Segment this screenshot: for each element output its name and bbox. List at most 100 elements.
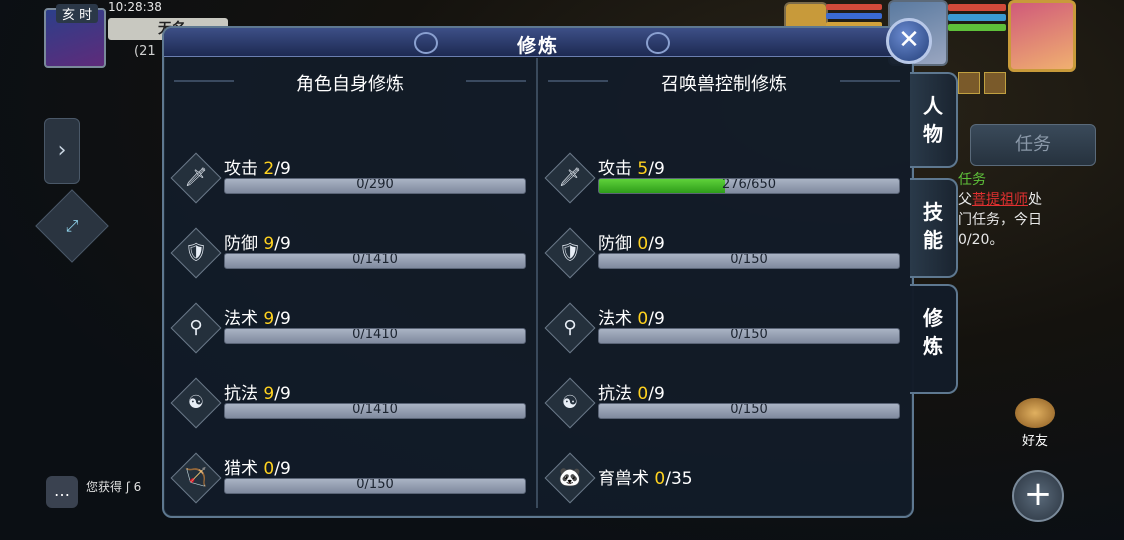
cultivation-label: 抗法 9/9 <box>224 379 291 404</box>
cultivation-label: 防御 9/9 <box>224 229 291 254</box>
task-text-segment: 处 <box>1028 192 1042 208</box>
cultivation-row[interactable]: ⚲ 法术 0/9 0/150 <box>544 300 902 356</box>
pet-control-cultivation-heading: 召唤兽控制修炼 <box>661 74 787 95</box>
progress-text: 0/150 <box>356 478 394 492</box>
cultivation-row[interactable]: 🗡 攻击 2/9 0/290 <box>170 150 528 206</box>
cultivation-max-level: /9 <box>274 459 291 479</box>
cultivation-name: 抗法 <box>224 384 264 404</box>
task-text-segment: 父 <box>958 192 972 208</box>
cultivation-label: 攻击 5/9 <box>598 154 665 179</box>
cultivation-row[interactable]: ⚲ 法术 9/9 0/1410 <box>170 300 528 356</box>
progress-text: 0/1410 <box>352 403 398 417</box>
cultivation-label: 猎术 0/9 <box>224 454 291 479</box>
task-text-segment: 任务 <box>958 172 986 188</box>
cultivation-name: 猎术 <box>224 459 264 479</box>
cultivation-level: 0 <box>263 459 275 479</box>
chat-preview: 您获得 ʃ 6 <box>86 480 142 494</box>
tab-skills[interactable]: 技 能 <box>910 178 958 278</box>
experience-progress-bar: 0/150 <box>224 478 526 494</box>
beast-taming-icon-glyph: 🐼 <box>558 467 582 488</box>
cultivation-max-level: /9 <box>648 384 665 404</box>
beast-taming-name: 育兽术 <box>598 469 655 489</box>
cultivation-level: 5 <box>637 159 649 179</box>
cultivation-max-level: /9 <box>274 159 291 179</box>
progress-text: 0/150 <box>730 403 768 417</box>
magic-icon: ⚲ <box>170 302 222 354</box>
add-button[interactable]: + <box>1012 470 1064 522</box>
tab-character[interactable]: 人 物 <box>910 72 958 168</box>
defense-icon: 🛡 <box>170 227 222 279</box>
chat-button[interactable]: … <box>46 476 78 508</box>
cultivation-max-level: /9 <box>648 309 665 329</box>
magic-icon-glyph: ⚲ <box>189 317 203 338</box>
cultivation-max-level: /9 <box>274 309 291 329</box>
game-time-tag: 亥 时 <box>56 4 99 23</box>
beast-taming-max-level: /35 <box>665 469 693 489</box>
cultivation-label: 防御 0/9 <box>598 229 665 254</box>
task-tab-button[interactable]: 任务 <box>970 124 1096 166</box>
cultivation-name: 法术 <box>224 309 264 329</box>
cultivation-max-level: /9 <box>648 234 665 254</box>
chat-bubble-icon: … <box>54 481 70 500</box>
magic-icon: ⚲ <box>544 302 596 354</box>
progress-text: 0/150 <box>730 328 768 342</box>
cultivation-dialog: 修炼 ✕ 角色自身修炼 🗡 攻击 2/9 0/290 🛡 防御 9/9 0/1410 ⚲ 法术… <box>162 18 932 518</box>
cultivation-max-level: /9 <box>274 234 291 254</box>
friends-label: 好友 <box>1021 434 1048 449</box>
cultivation-name: 攻击 <box>598 159 638 179</box>
friends-button[interactable]: 好友 <box>1010 398 1060 449</box>
experience-progress-bar: 0/150 <box>598 253 900 269</box>
progress-text: 0/290 <box>356 178 394 192</box>
character-stat-bars <box>948 4 1006 34</box>
cultivation-row[interactable]: ☯ 抗法 0/9 0/150 <box>544 375 902 431</box>
dialog-title: 修炼 <box>516 35 559 57</box>
attack-icon-glyph: 🗡 <box>558 167 582 188</box>
beast-taming-row[interactable]: 🐼 育兽术 0/35 <box>544 450 902 506</box>
cultivation-row[interactable]: ☯ 抗法 9/9 0/1410 <box>170 375 528 431</box>
cultivation-level: 0 <box>637 384 649 404</box>
cultivation-row[interactable]: 🛡 防御 0/9 0/150 <box>544 225 902 281</box>
cultivation-max-level: /9 <box>274 384 291 404</box>
chevron-right-icon: › <box>57 138 67 163</box>
hunting-icon: 🏹 <box>170 452 222 504</box>
cultivation-name: 攻击 <box>224 159 264 179</box>
cultivation-level: 2 <box>263 159 275 179</box>
character-portrait[interactable] <box>1008 0 1076 72</box>
task-description: 任务 父菩提祖师处 门任务，今日 0/20。 <box>958 170 1088 250</box>
cultivation-label: 抗法 0/9 <box>598 379 665 404</box>
experience-progress-bar: 0/1410 <box>224 253 526 269</box>
beast-taming-level: 0 <box>654 469 666 489</box>
experience-progress-bar: 276/650 <box>598 178 900 194</box>
beast-taming-icon: 🐼 <box>544 452 596 504</box>
cultivation-row[interactable]: 🛡 防御 9/9 0/1410 <box>170 225 528 281</box>
cultivation-row[interactable]: 🗡 攻击 5/9 276/650 <box>544 150 902 206</box>
cultivation-level: 9 <box>263 309 275 329</box>
progress-text: 0/150 <box>730 253 768 267</box>
progress-text: 0/1410 <box>352 253 398 267</box>
tab-cultivation[interactable]: 修 炼 <box>910 284 958 394</box>
cultivation-max-level: /9 <box>648 159 665 179</box>
cultivation-level: 9 <box>263 234 275 254</box>
clock-readout: 10:28:38 <box>108 0 162 14</box>
cultivation-level: 9 <box>263 384 275 404</box>
attack-icon: 🗡 <box>544 152 596 204</box>
defense-icon-glyph: 🛡 <box>184 242 208 263</box>
character-cultivation-column: 角色自身修炼 🗡 攻击 2/9 0/290 🛡 防御 9/9 0/1410 ⚲ 法术 9/9 0… <box>164 58 536 516</box>
handshake-icon <box>1015 398 1055 428</box>
resist-icon: ☯ <box>544 377 596 429</box>
cultivation-row[interactable]: 🏹 猎术 0/9 0/150 <box>170 450 528 506</box>
beast-taming-label: 育兽术 0/35 <box>598 464 693 489</box>
progress-text: 276/650 <box>721 178 776 192</box>
cultivation-level: 0 <box>637 309 649 329</box>
task-text-segment: 0/20。 <box>958 232 1004 248</box>
experience-progress-bar: 0/150 <box>598 403 900 419</box>
buff-icon <box>984 72 1006 94</box>
buff-icon <box>958 72 980 94</box>
resist-icon-glyph: ☯ <box>187 392 205 413</box>
expand-arrows-icon: ⤢ <box>65 216 79 235</box>
buff-icons <box>958 72 1010 98</box>
expand-left-panel-button[interactable]: › <box>44 118 80 184</box>
dialog-title-bar: 修炼 <box>164 28 912 57</box>
cultivation-name: 抗法 <box>598 384 638 404</box>
player-status-panel[interactable]: 亥 时 10:28:38 无名 (21 <box>44 0 228 68</box>
